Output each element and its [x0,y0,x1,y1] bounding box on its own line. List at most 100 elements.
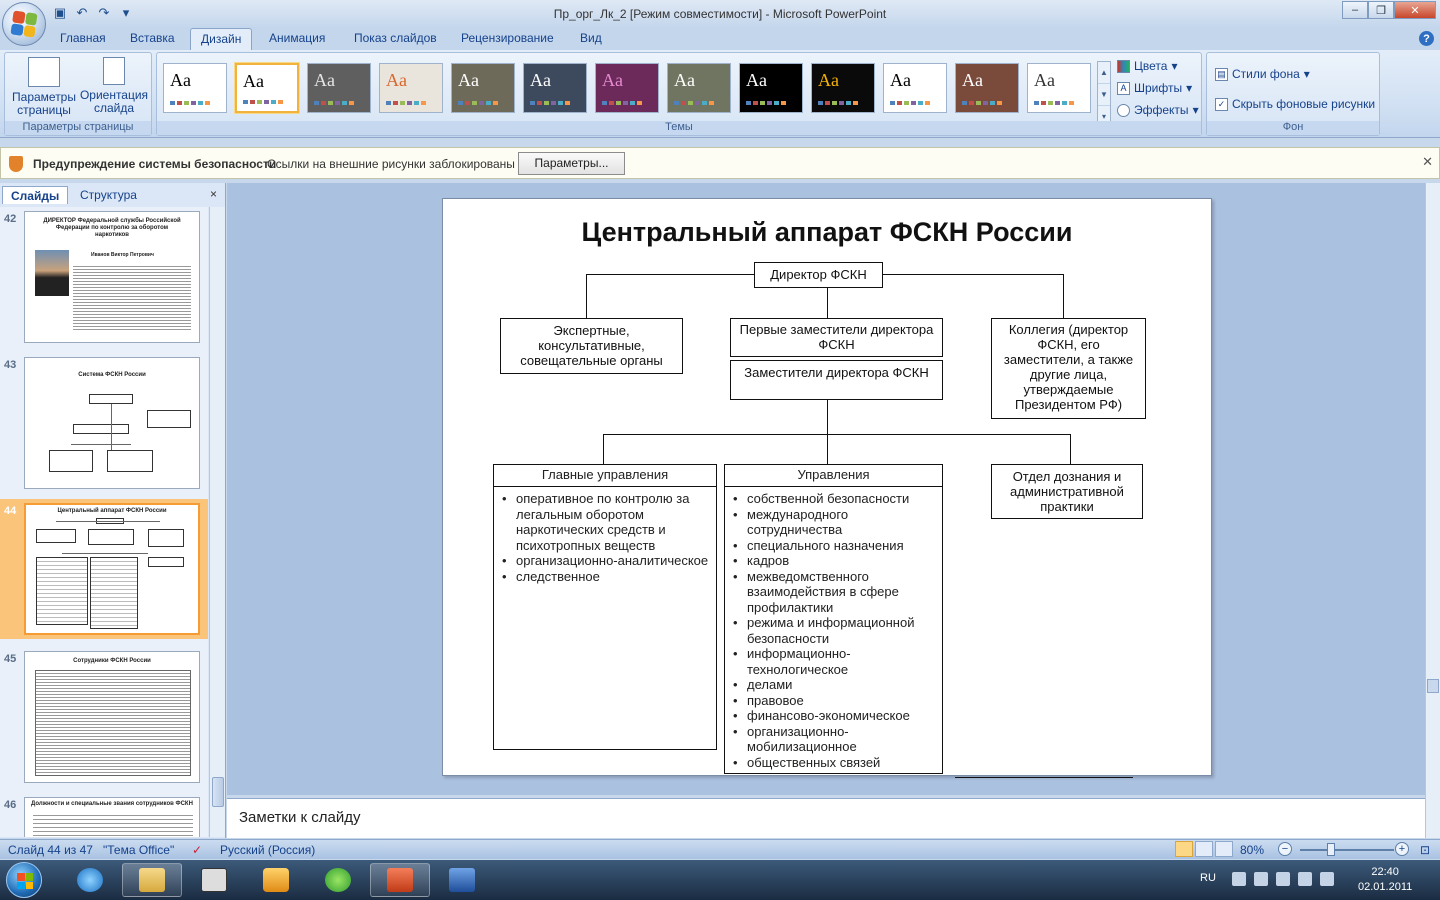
main-directorates-box[interactable]: Главные управления оперативное по контро… [493,464,717,750]
inquiry-department-box[interactable]: Отдел дознания и административной практи… [991,464,1143,519]
zoom-slider-thumb[interactable] [1327,843,1335,856]
slide-thumbnail[interactable]: Система ФСКН России [24,357,200,489]
security-options-button[interactable]: Параметры... [518,152,625,175]
close-button[interactable]: ✕ [1394,1,1436,19]
tab-view[interactable]: Вид [580,31,602,45]
slide-thumbnail[interactable]: ДИРЕКТОР Федеральной службы Российской Ф… [24,211,200,343]
theme-thumbnail[interactable]: Aa [379,63,443,113]
zoom-out-icon[interactable]: − [1278,842,1292,856]
tray-flag-icon[interactable] [1276,872,1290,886]
theme-thumbnail[interactable]: Aa [739,63,803,113]
tab-design[interactable]: Дизайн [190,28,253,50]
scroll-thumb[interactable] [1427,679,1439,693]
start-button[interactable] [6,862,42,898]
taskbar-media-app[interactable] [184,863,244,897]
theme-sample-text: Aa [1034,70,1055,90]
minimize-button[interactable]: – [1342,1,1368,19]
thumbnail-row[interactable]: 43 Система ФСКН России [0,353,208,489]
normal-view-icon[interactable] [1175,841,1193,857]
slide-thumbnail[interactable]: Должности и специальные звания сотрудник… [24,797,200,837]
office-button[interactable] [2,2,46,46]
clock[interactable]: 22:40 02.01.2011 [1358,865,1412,895]
tab-outline[interactable]: Структура [72,186,145,204]
slide-title[interactable]: Центральный аппарат ФСКН России [443,217,1211,248]
taskbar-player[interactable] [246,863,306,897]
keyboard-language[interactable]: RU [1200,872,1216,884]
experts-box[interactable]: Экспертные, консультативные, совещательн… [500,318,683,374]
colors-icon [1117,59,1130,73]
tab-slideshow[interactable]: Показ слайдов [354,31,437,45]
theme-thumbnail[interactable]: Aa [955,63,1019,113]
tray-network-icon[interactable] [1298,872,1312,886]
taskbar-powerpoint[interactable] [370,863,430,897]
thumbnail-row[interactable]: 45 Сотрудники ФСКН России [0,647,208,783]
theme-effects-button[interactable]: Эффекты ▾ [1117,103,1199,117]
help-icon[interactable]: ? [1419,31,1434,46]
bullet-item: правовое [733,693,938,709]
slide[interactable]: Центральный аппарат ФСКН России Директор… [442,198,1212,778]
theme-colors-button[interactable]: Цвета ▾ [1117,59,1177,73]
thumbnail-scrollbar[interactable] [209,207,225,837]
fit-window-icon[interactable]: ⊡ [1420,843,1430,857]
taskbar-ie[interactable] [60,863,120,897]
theme-fonts-button[interactable]: A Шрифты ▾ [1117,81,1192,95]
tray-arrow-icon[interactable] [1232,872,1246,886]
slideshow-view-icon[interactable] [1215,841,1233,857]
deputies-box[interactable]: Заместители директора ФСКН [730,360,943,400]
gallery-up-icon[interactable]: ▲ [1098,62,1110,84]
zoom-slider[interactable] [1300,849,1394,851]
panel-close-icon[interactable]: × [210,187,217,201]
theme-thumbnail[interactable]: Aa [523,63,587,113]
theme-gallery-scroll[interactable]: ▲ ▼ ▾ [1097,61,1111,127]
collegium-box[interactable]: Коллегия (директор ФСКН, его заместители… [991,318,1146,419]
slide-scrollbar[interactable] [1425,183,1440,838]
zoom-in-icon[interactable]: + [1395,842,1409,856]
first-deputies-box[interactable]: Первые заместители директора ФСКН [730,318,943,357]
close-icon[interactable]: ✕ [1422,154,1433,170]
tab-insert[interactable]: Вставка [130,31,175,45]
theme-thumbnail[interactable]: Aa [883,63,947,113]
tab-slides[interactable]: Слайды [2,186,69,204]
page-setup-button[interactable]: Параметры страницы [9,57,79,117]
thumbnail-row[interactable]: 42 ДИРЕКТОР Федеральной службы Российско… [0,207,208,343]
tab-animation[interactable]: Анимация [269,31,325,45]
theme-thumbnail[interactable]: Aa [307,63,371,113]
background-styles-button[interactable]: ▤ Стили фона ▾ [1215,67,1310,81]
theme-thumbnail[interactable]: Aa [595,63,659,113]
theme-thumbnail[interactable]: Aa [1027,63,1091,113]
theme-thumbnail[interactable]: Aa [667,63,731,113]
thumbnail-row[interactable]: 46 Должности и специальные звания сотруд… [0,793,208,837]
language-indicator[interactable]: Русский (Россия) [220,843,315,857]
maximize-button[interactable]: ❐ [1368,1,1394,19]
slides-panel: Слайды Структура × 42 ДИРЕКТОР Федеральн… [0,183,226,838]
theme-thumbnail[interactable]: Aa [163,63,227,113]
tab-home[interactable]: Главная [60,31,106,45]
taskbar-explorer[interactable] [122,863,182,897]
director-box[interactable]: Директор ФСКН [754,262,883,288]
theme-name[interactable]: "Тема Office" [103,843,174,857]
tab-review[interactable]: Рецензирование [461,31,554,45]
fonts-icon: A [1117,81,1130,95]
scroll-thumb[interactable] [212,777,224,807]
theme-thumbnail[interactable]: Aa [235,63,299,113]
slide-sorter-icon[interactable] [1195,841,1213,857]
theme-sample-text: Aa [602,70,623,90]
directorates-box[interactable]: Управления собственной безопасностимежду… [724,464,943,774]
theme-thumbnail[interactable]: Aa [811,63,875,113]
thumbnail-row-active[interactable]: 44 Центральный аппарат ФСКН России [0,499,208,639]
taskbar-word[interactable] [432,863,492,897]
slide-thumbnail[interactable]: Центральный аппарат ФСКН России [24,503,200,635]
taskbar-icq[interactable] [308,863,368,897]
orientation-button[interactable]: Ориентация слайда [79,57,149,115]
theme-thumbnail[interactable]: Aa [451,63,515,113]
hide-background-checkbox[interactable]: ✓ Скрыть фоновые рисунки [1215,97,1375,111]
zoom-level[interactable]: 80% [1240,843,1264,857]
notes-pane[interactable]: Заметки к слайду [227,798,1425,838]
tray-user-icon[interactable] [1254,872,1268,886]
spellcheck-icon[interactable]: ✓ [192,843,202,857]
main-directorates-list: оперативное по контролю за легальным обо… [494,487,716,584]
notes-placeholder[interactable]: Заметки к слайду [239,809,361,826]
slide-thumbnail[interactable]: Сотрудники ФСКН России [24,651,200,783]
gallery-down-icon[interactable]: ▼ [1098,84,1110,106]
tray-volume-icon[interactable] [1320,872,1334,886]
